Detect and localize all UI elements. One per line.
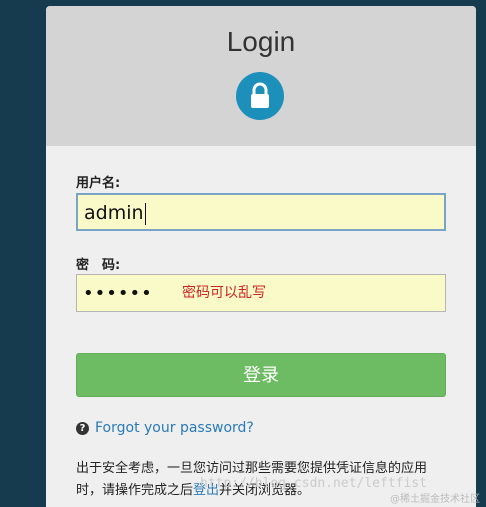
password-field[interactable]: •••••• 密码可以乱写: [76, 274, 446, 312]
username-value: admin: [84, 202, 144, 224]
login-button[interactable]: 登录: [76, 353, 446, 397]
password-value: ••••••: [83, 283, 153, 304]
forgot-password[interactable]: ? Forgot your password?: [76, 420, 254, 436]
login-card: Login 用户名: admin 密 码: •••••• 密码可以乱写 登录 ?…: [46, 6, 476, 507]
username-field[interactable]: admin: [76, 193, 446, 231]
watermark-url: http://blog.csdn.net/leftfist: [200, 476, 427, 491]
page-title: Login: [226, 26, 296, 57]
lock-icon: [236, 72, 284, 120]
username-label: 用户名:: [76, 176, 121, 191]
card-header: Login: [46, 6, 476, 146]
watermark-badge: @稀土掘金技术社区: [390, 494, 480, 505]
question-circle-icon: ?: [76, 422, 89, 435]
text-caret: [144, 202, 146, 225]
forgot-password-link[interactable]: Forgot your password?: [95, 420, 254, 436]
password-label: 密 码:: [76, 258, 121, 273]
password-hint: 密码可以乱写: [182, 285, 266, 301]
